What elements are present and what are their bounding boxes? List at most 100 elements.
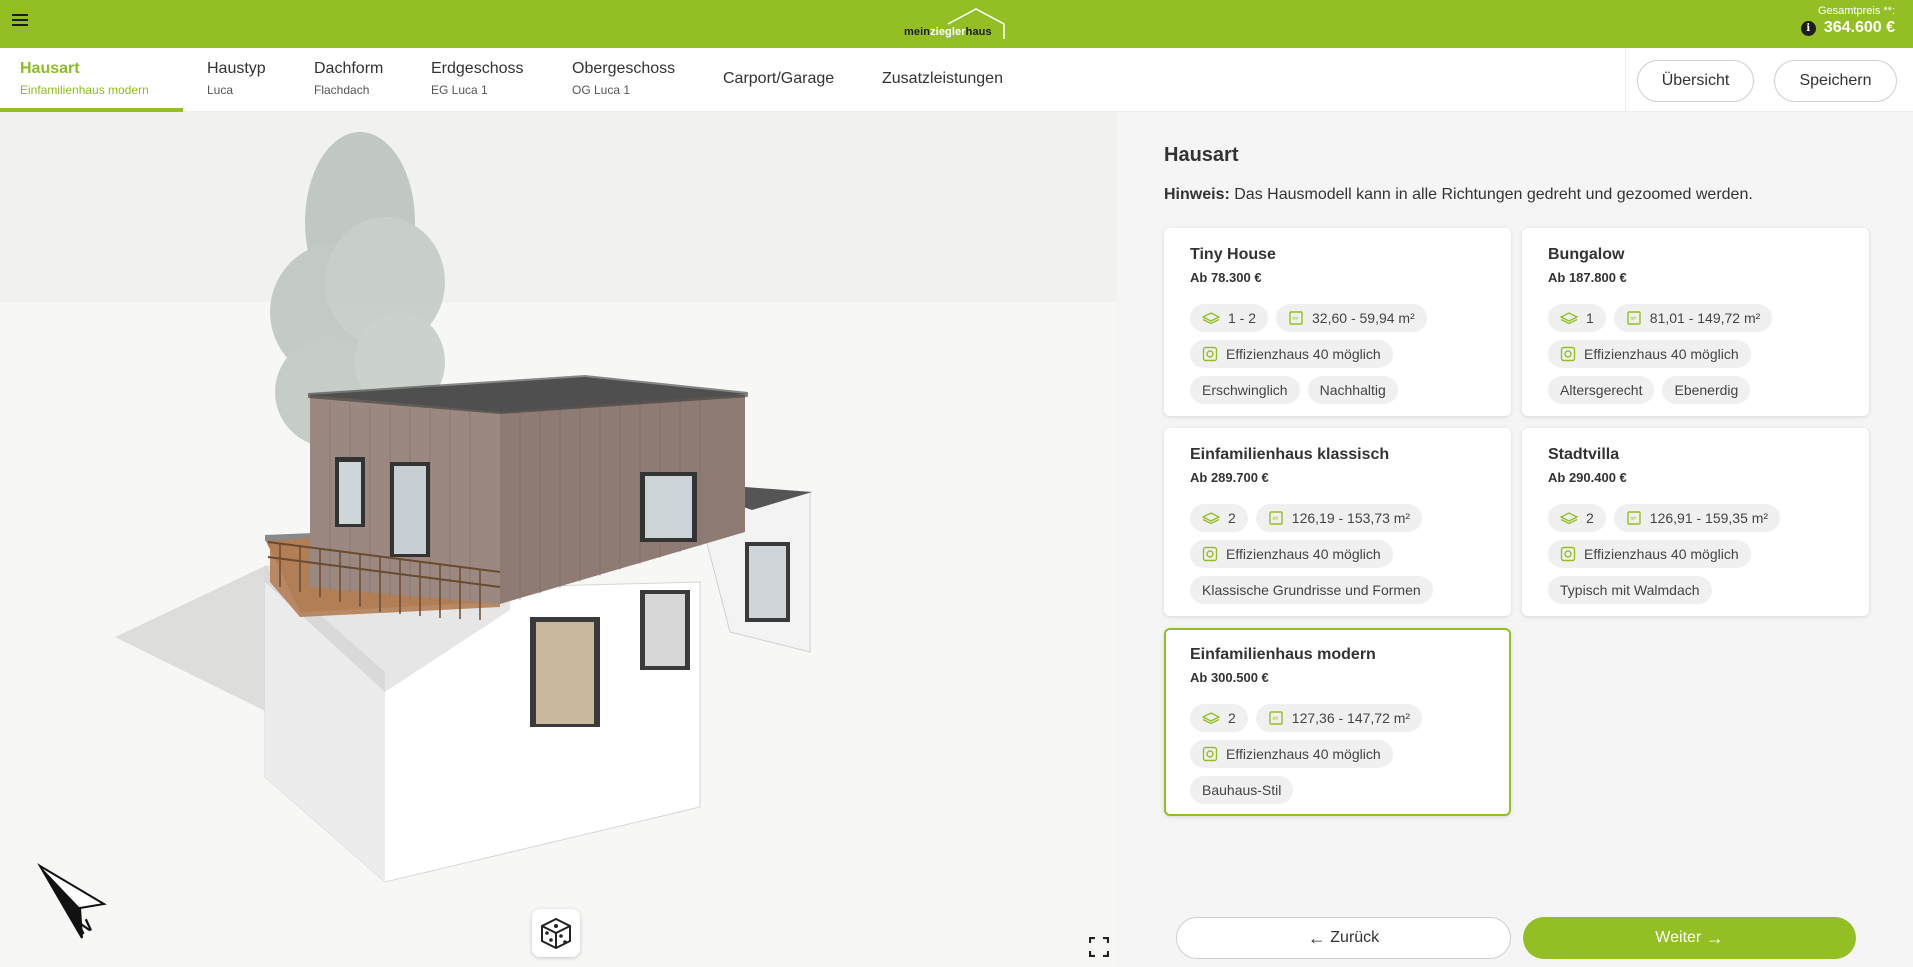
- efficiency-icon: [1560, 546, 1576, 562]
- house-type-card-stadtvilla[interactable]: Stadtvilla Ab 290.400 € 2 m² 126,91 - 159…: [1522, 428, 1869, 616]
- area-icon: m²: [1627, 511, 1641, 525]
- area-chip: m² 127,36 - 147,72 m²: [1255, 704, 1423, 732]
- compass-icon[interactable]: N: [32, 862, 112, 942]
- tab-subtitle: Luca: [207, 83, 234, 97]
- card-price: Ab 300.500 €: [1190, 670, 1269, 685]
- efficiency-icon: [1560, 346, 1576, 362]
- arrow-left-icon: ←: [1307, 927, 1326, 948]
- total-price: Gesamtpreis **: i 364.600 €: [1800, 5, 1895, 37]
- efficiency-chip: Effizienzhaus 40 möglich: [1548, 540, 1751, 568]
- area-icon: m²: [1627, 311, 1641, 325]
- tab-hausart[interactable]: Hausart Einfamilienhaus modern: [0, 48, 183, 112]
- efficiency-icon: [1202, 546, 1218, 562]
- price-label: Gesamtpreis **:: [1817, 5, 1895, 17]
- panel-title: Hausart: [1164, 144, 1239, 166]
- card-price: Ab 290.400 €: [1548, 470, 1627, 485]
- svg-text:m²: m²: [1630, 316, 1636, 322]
- tab-title: Haustyp: [207, 60, 266, 77]
- house-type-card-einfamilienhaus-klassisch[interactable]: Einfamilienhaus klassisch Ab 289.700 € 2…: [1164, 428, 1511, 616]
- tab-subtitle: EG Luca 1: [431, 83, 488, 97]
- tag-chip: Typisch mit Walmdach: [1548, 576, 1712, 604]
- tab-title: Hausart: [20, 60, 80, 77]
- step-navigation: Hausart Einfamilienhaus modern Haustyp L…: [0, 48, 1913, 112]
- layers-icon: [1560, 312, 1578, 324]
- tab-title: Erdgeschoss: [431, 60, 524, 77]
- tag-chip: Nachhaltig: [1307, 376, 1398, 404]
- randomize-button[interactable]: [532, 909, 580, 957]
- floors-chip: 2: [1190, 504, 1248, 532]
- house-type-card-tiny-house[interactable]: Tiny House Ab 78.300 € 1 - 2 m² 32,60 - 5…: [1164, 228, 1511, 416]
- logo-text: meinzieglerhaus: [904, 26, 992, 38]
- arrow-right-icon: →: [1705, 927, 1724, 948]
- price-value: 364.600 €: [1823, 19, 1895, 36]
- efficiency-icon: [1202, 746, 1218, 762]
- svg-text:m²: m²: [1293, 316, 1299, 322]
- card-price: Ab 187.800 €: [1548, 270, 1627, 285]
- tag-chip: Ebenerdig: [1662, 376, 1751, 404]
- fullscreen-icon[interactable]: [1089, 937, 1109, 957]
- back-button[interactable]: ← Zurück: [1176, 917, 1511, 959]
- next-button[interactable]: Weiter →: [1523, 917, 1856, 959]
- layers-icon: [1202, 312, 1220, 324]
- next-label: Weiter: [1655, 929, 1702, 946]
- area-icon: m²: [1269, 711, 1283, 725]
- area-icon: m²: [1289, 311, 1303, 325]
- house-type-card-bungalow[interactable]: Bungalow Ab 187.800 € 1 m² 81,01 - 149,72…: [1522, 228, 1869, 416]
- tab-haustyp[interactable]: Haustyp Luca: [207, 48, 266, 112]
- top-bar: meinzieglerhaus Gesamtpreis **: i 364.60…: [0, 0, 1913, 48]
- area-chip: m² 126,19 - 153,73 m²: [1255, 504, 1423, 532]
- menu-icon[interactable]: [12, 14, 28, 28]
- tab-title: Zusatzleistungen: [882, 70, 1003, 87]
- floors-chip: 2: [1190, 704, 1248, 732]
- tab-dachform[interactable]: Dachform Flachdach: [314, 48, 383, 112]
- efficiency-chip: Effizienzhaus 40 möglich: [1190, 740, 1393, 768]
- info-icon[interactable]: i: [1800, 20, 1816, 36]
- efficiency-chip: Effizienzhaus 40 möglich: [1190, 540, 1393, 568]
- layers-icon: [1202, 512, 1220, 524]
- house-type-card-einfamilienhaus-modern[interactable]: Einfamilienhaus modern Ab 300.500 € 2 m²…: [1164, 628, 1511, 816]
- tab-carport-garage[interactable]: Carport/Garage: [723, 48, 834, 112]
- house-3d-viewport[interactable]: N: [0, 112, 1117, 967]
- tag-chip: Erschwinglich: [1190, 376, 1300, 404]
- overview-button[interactable]: Übersicht: [1637, 60, 1754, 102]
- tab-zusatzleistungen[interactable]: Zusatzleistungen: [882, 48, 1003, 112]
- tab-obergeschoss[interactable]: Obergeschoss OG Luca 1: [572, 48, 675, 112]
- floors-chip: 2: [1548, 504, 1606, 532]
- layers-icon: [1560, 512, 1578, 524]
- tab-subtitle: OG Luca 1: [572, 83, 631, 97]
- area-icon: m²: [1269, 511, 1283, 525]
- svg-text:m²: m²: [1272, 516, 1278, 522]
- hint-label: Hinweis:: [1164, 186, 1230, 203]
- tab-title: Carport/Garage: [723, 70, 835, 87]
- tab-subtitle: Flachdach: [314, 83, 370, 97]
- card-title: Einfamilienhaus modern: [1190, 646, 1376, 663]
- back-label: Zurück: [1330, 929, 1380, 946]
- house-3d-model[interactable]: [0, 112, 1117, 967]
- card-title: Bungalow: [1548, 246, 1625, 263]
- efficiency-chip: Effizienzhaus 40 möglich: [1190, 340, 1393, 368]
- save-button[interactable]: Speichern: [1774, 60, 1897, 102]
- efficiency-chip: Effizienzhaus 40 möglich: [1548, 340, 1751, 368]
- card-price: Ab 78.300 €: [1190, 270, 1262, 285]
- card-title: Einfamilienhaus klassisch: [1190, 446, 1390, 463]
- nav-divider: [1625, 48, 1626, 112]
- efficiency-icon: [1202, 346, 1218, 362]
- tag-chip: Bauhaus-Stil: [1190, 776, 1294, 804]
- card-title: Tiny House: [1190, 246, 1276, 263]
- hint-text: Hinweis: Das Hausmodell kann in alle Ric…: [1164, 186, 1753, 204]
- svg-text:m²: m²: [1272, 716, 1278, 722]
- tag-chip: Klassische Grundrisse und Formen: [1190, 576, 1433, 604]
- dice-icon: [541, 917, 571, 950]
- area-chip: m² 32,60 - 59,94 m²: [1276, 304, 1427, 332]
- logo[interactable]: meinzieglerhaus: [900, 6, 1010, 42]
- card-price: Ab 289.700 €: [1190, 470, 1269, 485]
- layers-icon: [1202, 712, 1220, 724]
- tab-title: Dachform: [314, 60, 384, 77]
- area-chip: m² 126,91 - 159,35 m²: [1613, 504, 1781, 532]
- hint-message: Das Hausmodell kann in alle Richtungen g…: [1229, 186, 1753, 203]
- tag-chip: Altersgerecht: [1548, 376, 1655, 404]
- svg-text:N: N: [75, 915, 95, 939]
- area-chip: m² 81,01 - 149,72 m²: [1613, 304, 1773, 332]
- tab-title: Obergeschoss: [572, 60, 676, 77]
- tab-erdgeschoss[interactable]: Erdgeschoss EG Luca 1: [431, 48, 524, 112]
